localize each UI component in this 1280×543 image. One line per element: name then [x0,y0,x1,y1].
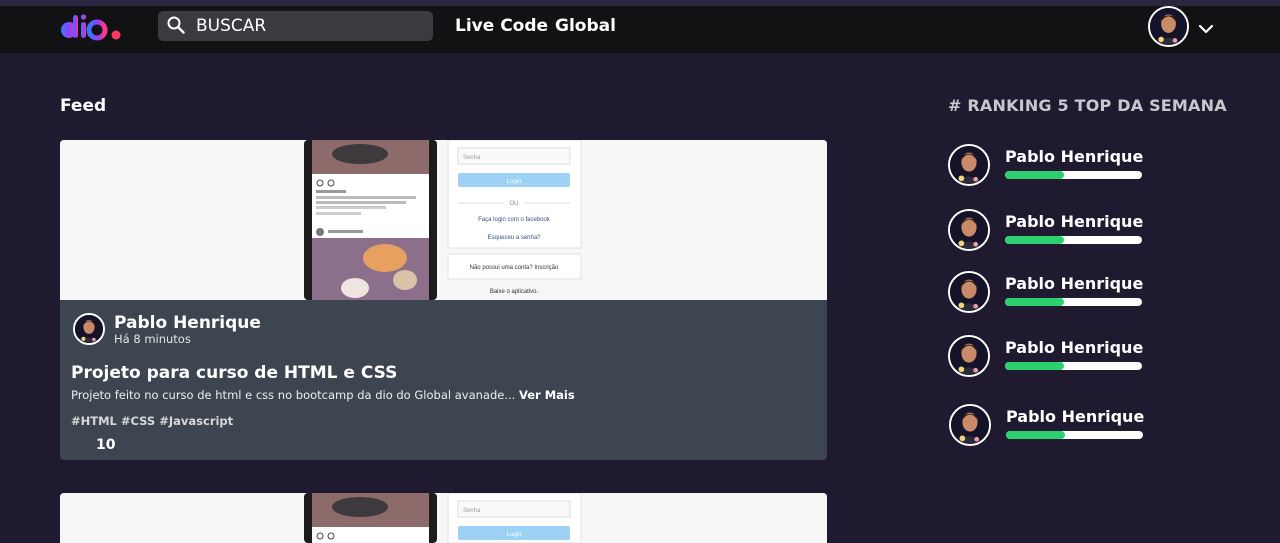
post-likes-count: 10 [96,437,116,453]
feed-title: Feed [60,96,107,116]
post-card[interactable]: Senha Login OU Faça login com o facebook… [60,140,827,460]
login-button-text: Login [507,179,522,185]
chevron-down-icon[interactable] [1198,23,1214,35]
user-avatar[interactable] [1148,6,1189,47]
ranking-avatar[interactable] [948,144,990,186]
ranking-progress-fill [1005,362,1064,370]
ranking-progress-bar [1005,298,1142,306]
search-icon [167,16,185,34]
ranking-progress-fill [1005,171,1064,179]
post-title[interactable]: Projeto para curso de HTML e CSS [71,363,397,383]
forgot-password-text: Esqueceu a senha? [487,235,541,241]
search-input[interactable] [196,14,426,38]
post-description-text: Projeto feito no curso de html e css no … [71,388,516,402]
post-timestamp: Há 8 minutos [114,332,191,346]
password-field-text: Senha [463,155,481,161]
post-image: Senha Login OU Faça login com o facebook… [60,140,827,300]
author-avatar[interactable] [73,313,105,345]
post-image: Senha Login [60,493,827,543]
ranking-item[interactable]: Pablo Henrique [948,144,1148,188]
post-author-name[interactable]: Pablo Henrique [114,313,261,333]
ranking-name[interactable]: Pablo Henrique [1005,338,1143,357]
login-button-text: Login [507,532,522,538]
ranking-avatar[interactable] [948,335,990,377]
see-more-link[interactable]: Ver Mais [519,388,575,402]
post-body: Pablo Henrique Há 8 minutos Projeto para… [60,300,827,460]
ranking-item[interactable]: Pablo Henrique [948,271,1148,315]
ranking-name[interactable]: Pablo Henrique [1005,212,1143,231]
ranking-item[interactable]: Pablo Henrique [949,404,1149,448]
ranking-progress-fill [1005,298,1064,306]
ranking-title: # RANKING 5 TOP DA SEMANA [948,96,1227,115]
ranking-progress-bar [1005,362,1142,370]
ranking-name[interactable]: Pablo Henrique [1006,407,1144,426]
signup-text: Não possui uma conta? Inscrição [470,265,559,271]
search-bar[interactable] [158,11,433,41]
ranking-name[interactable]: Pablo Henrique [1005,147,1143,166]
ranking-avatar[interactable] [949,404,991,446]
ranking-progress-fill [1005,236,1064,244]
ranking-progress-bar [1005,236,1142,244]
ranking-progress-bar [1006,431,1143,439]
password-field-text: Senha [463,508,481,514]
post-tags: #HTML #CSS #Javascript [71,414,234,428]
ranking-item[interactable]: Pablo Henrique [948,335,1148,379]
or-text: OU [510,201,519,207]
post-description: Projeto feito no curso de html e css no … [71,388,575,402]
nav-live-code[interactable]: Live Code [455,16,548,36]
post-card[interactable]: Senha Login [60,493,827,543]
ranking-avatar[interactable] [948,271,990,313]
facebook-login-text: Faça login com o facebook [478,217,551,223]
ranking-item[interactable]: Pablo Henrique [948,209,1148,253]
nav-global[interactable]: Global [555,16,616,36]
download-app-text: Baixe o aplicativo. [490,289,539,295]
ranking-progress-bar [1005,171,1142,179]
ranking-avatar[interactable] [948,209,990,251]
dio-logo[interactable] [60,13,126,43]
ranking-progress-fill [1006,431,1065,439]
header: Live Code Global [0,6,1280,53]
ranking-name[interactable]: Pablo Henrique [1005,274,1143,293]
